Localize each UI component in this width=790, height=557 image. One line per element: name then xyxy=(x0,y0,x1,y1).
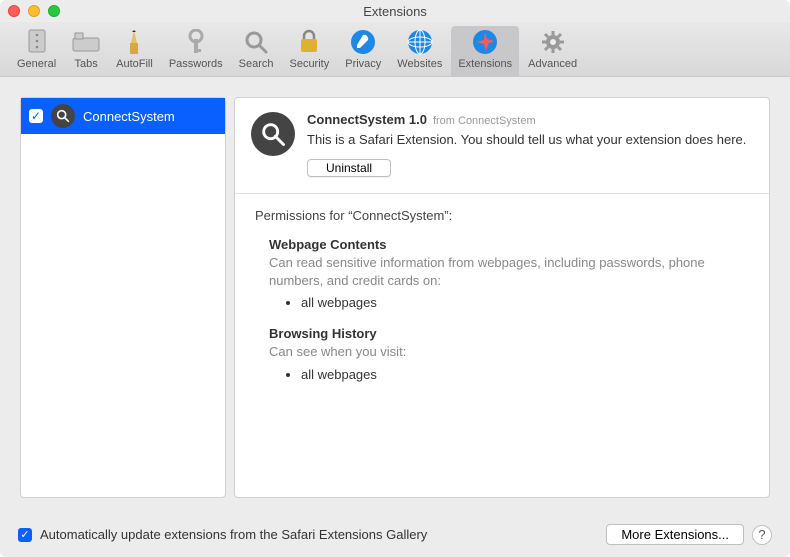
permission-item: all webpages xyxy=(301,295,749,310)
traffic-lights xyxy=(8,5,60,17)
tab-extensions[interactable]: Extensions xyxy=(451,26,519,76)
tab-label: Security xyxy=(289,58,329,70)
extension-name-version: ConnectSystem 1.0 xyxy=(307,112,427,127)
footer: ✓ Automatically update extensions from t… xyxy=(0,518,790,557)
permission-block-webpage-contents: Webpage Contents Can read sensitive info… xyxy=(269,237,749,310)
preferences-toolbar: General Tabs AutoFill Passwords Search xyxy=(0,22,790,77)
tab-label: Passwords xyxy=(169,58,223,70)
autofill-icon xyxy=(120,28,148,56)
tab-search[interactable]: Search xyxy=(232,26,281,76)
tab-general[interactable]: General xyxy=(10,26,63,76)
security-icon xyxy=(295,28,323,56)
tab-label: AutoFill xyxy=(116,58,153,70)
permission-item: all webpages xyxy=(301,367,749,382)
tab-label: Advanced xyxy=(528,58,577,70)
tab-label: General xyxy=(17,58,56,70)
permission-block-browsing-history: Browsing History Can see when you visit:… xyxy=(269,326,749,382)
tab-security[interactable]: Security xyxy=(282,26,336,76)
tabs-icon xyxy=(72,28,100,56)
extensions-sidebar: ✓ ConnectSystem xyxy=(20,97,226,498)
content-area: ✓ ConnectSystem ConnectSystem 1.0 from C… xyxy=(0,77,790,518)
search-icon xyxy=(242,28,270,56)
websites-icon xyxy=(406,28,434,56)
minimize-window-button[interactable] xyxy=(28,5,40,17)
zoom-window-button[interactable] xyxy=(48,5,60,17)
extension-icon-large xyxy=(251,112,295,156)
tab-websites[interactable]: Websites xyxy=(390,26,449,76)
auto-update-checkbox[interactable]: ✓ xyxy=(18,528,32,542)
tab-tabs[interactable]: Tabs xyxy=(65,26,107,76)
tab-privacy[interactable]: Privacy xyxy=(338,26,388,76)
tab-label: Extensions xyxy=(458,58,512,70)
window-title: Extensions xyxy=(0,4,790,19)
permission-heading: Browsing History xyxy=(269,326,749,341)
extension-enable-checkbox[interactable]: ✓ xyxy=(29,109,43,123)
titlebar: Extensions xyxy=(0,0,790,22)
tab-label: Privacy xyxy=(345,58,381,70)
help-button[interactable]: ? xyxy=(752,525,772,545)
general-icon xyxy=(23,28,51,56)
permission-description: Can see when you visit: xyxy=(269,343,749,361)
extension-description: This is a Safari Extension. You should t… xyxy=(307,131,753,149)
permission-description: Can read sensitive information from webp… xyxy=(269,254,749,289)
extension-icon xyxy=(51,104,75,128)
advanced-icon xyxy=(539,28,567,56)
extension-header-text: ConnectSystem 1.0 from ConnectSystem Thi… xyxy=(307,112,753,177)
tab-passwords[interactable]: Passwords xyxy=(162,26,230,76)
passwords-icon xyxy=(182,28,210,56)
extension-name: ConnectSystem xyxy=(83,109,175,124)
extension-detail-panel: ConnectSystem 1.0 from ConnectSystem Thi… xyxy=(234,97,770,498)
tab-label: Search xyxy=(239,58,274,70)
extension-list-item[interactable]: ✓ ConnectSystem xyxy=(21,98,225,134)
extensions-icon xyxy=(471,28,499,56)
more-extensions-button[interactable]: More Extensions... xyxy=(606,524,744,545)
uninstall-button[interactable]: Uninstall xyxy=(307,159,391,177)
close-window-button[interactable] xyxy=(8,5,20,17)
privacy-icon xyxy=(349,28,377,56)
preferences-window: Extensions General Tabs AutoFill Passwor… xyxy=(0,0,790,557)
extension-header: ConnectSystem 1.0 from ConnectSystem Thi… xyxy=(235,98,769,194)
tab-autofill[interactable]: AutoFill xyxy=(109,26,160,76)
auto-update-label: Automatically update extensions from the… xyxy=(40,527,598,542)
tab-advanced[interactable]: Advanced xyxy=(521,26,584,76)
permissions-title: Permissions for “ConnectSystem”: xyxy=(255,208,749,223)
tab-label: Websites xyxy=(397,58,442,70)
tab-label: Tabs xyxy=(75,58,98,70)
permission-heading: Webpage Contents xyxy=(269,237,749,252)
permissions-section: Permissions for “ConnectSystem”: Webpage… xyxy=(235,194,769,412)
extension-from: from ConnectSystem xyxy=(433,115,536,127)
